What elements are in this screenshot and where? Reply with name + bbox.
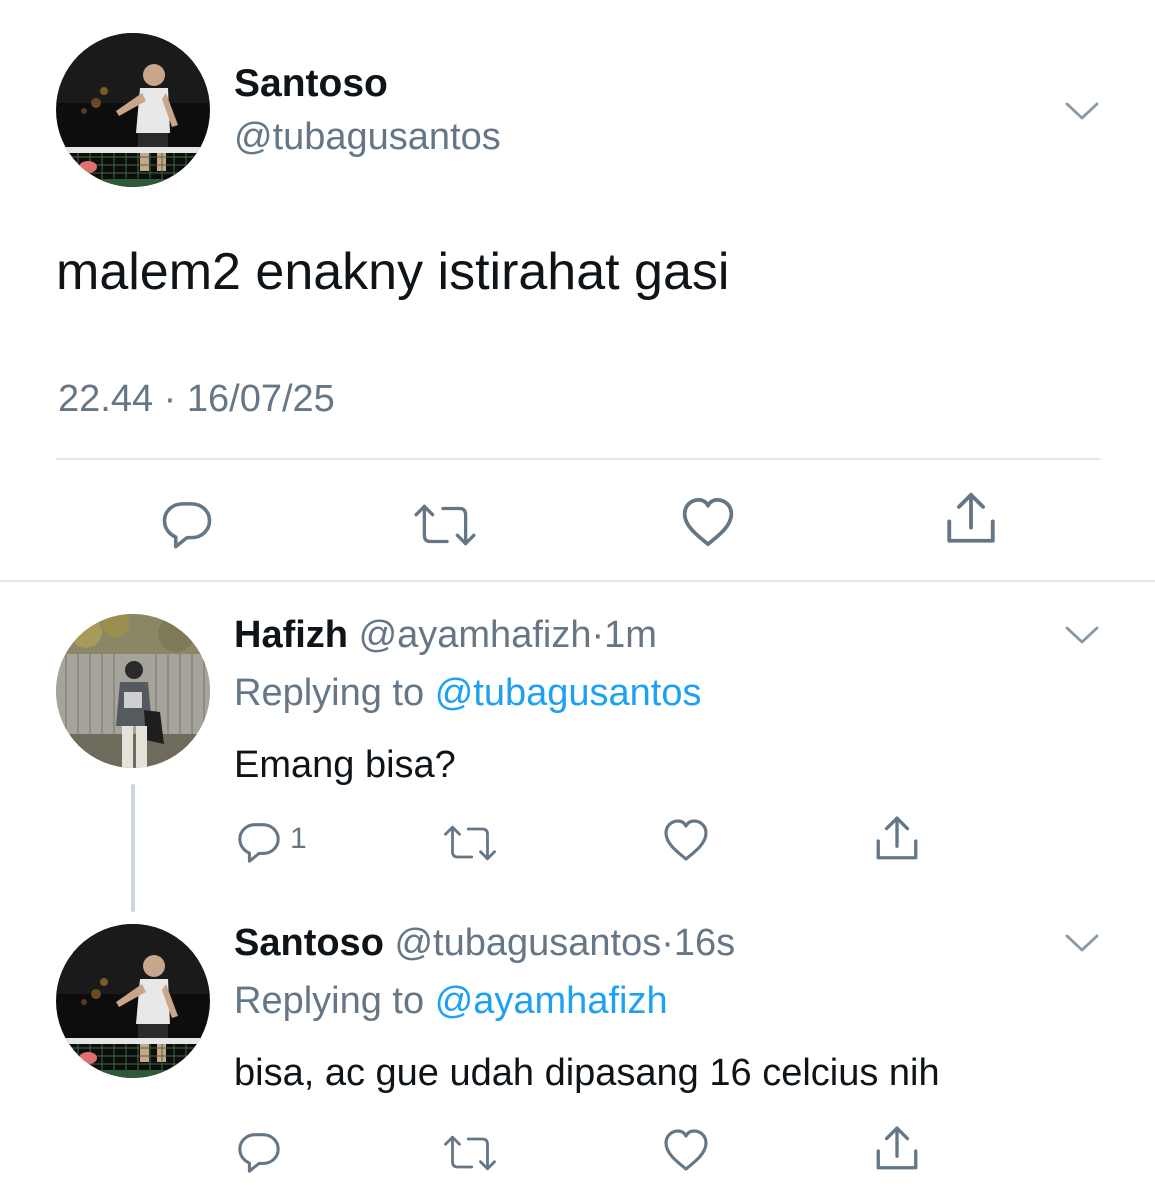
reply-author-name[interactable]: Santoso	[234, 922, 384, 964]
thread-connector	[131, 784, 135, 912]
replying-to-label: Replying to	[234, 980, 425, 1022]
like-icon[interactable]	[662, 1126, 710, 1174]
share-icon[interactable]	[942, 490, 1000, 548]
avatar-hafizh[interactable]	[56, 614, 210, 768]
chevron-down-icon[interactable]	[1064, 100, 1100, 127]
separator: ·	[591, 614, 605, 656]
like-icon[interactable]	[680, 494, 736, 550]
reply-icon[interactable]	[236, 1128, 282, 1174]
reply-author-handle[interactable]: @tubagusantos	[394, 922, 661, 964]
author-handle[interactable]: @tubagusantos	[234, 116, 501, 159]
divider	[56, 458, 1100, 460]
reply-icon[interactable]	[160, 496, 214, 550]
replying-to-label: Replying to	[234, 672, 425, 714]
retweet-icon[interactable]	[442, 1132, 498, 1174]
chevron-down-icon[interactable]	[1064, 624, 1100, 651]
reply-header[interactable]: Hafizh @ayamhafizh·1m	[234, 614, 657, 657]
replying-to-link[interactable]: @ayamhafizh	[435, 980, 668, 1022]
avatar-santoso[interactable]	[56, 924, 210, 1078]
reply-author-name[interactable]: Hafizh	[234, 614, 348, 656]
reply-text: Emang bisa?	[234, 744, 456, 786]
section-divider	[0, 580, 1155, 582]
reply-text: bisa, ac gue udah dipasang 16 celcius ni…	[234, 1052, 940, 1094]
reply-time[interactable]: 16s	[674, 922, 735, 964]
replying-to: Replying to @tubagusantos	[234, 672, 701, 715]
retweet-icon[interactable]	[442, 822, 498, 864]
reply-header[interactable]: Santoso @tubagusantos·16s	[234, 922, 735, 965]
tweet-text: malem2 enakny istirahat gasi	[56, 243, 730, 301]
replying-to-link[interactable]: @tubagusantos	[435, 672, 702, 714]
retweet-icon[interactable]	[412, 500, 478, 550]
avatar-santoso[interactable]	[56, 33, 210, 187]
share-icon[interactable]	[872, 1124, 922, 1174]
like-icon[interactable]	[662, 816, 710, 864]
reply-author-handle[interactable]: @ayamhafizh	[359, 614, 592, 656]
reply-count: 1	[290, 822, 307, 855]
reply-icon[interactable]	[236, 818, 282, 864]
tweet-timestamp[interactable]: 22.44 · 16/07/25	[58, 378, 335, 421]
share-icon[interactable]	[872, 814, 922, 864]
replying-to: Replying to @ayamhafizh	[234, 980, 668, 1023]
chevron-down-icon[interactable]	[1064, 932, 1100, 959]
author-name[interactable]: Santoso	[234, 62, 388, 106]
separator: ·	[661, 922, 674, 964]
reply-time[interactable]: 1m	[604, 614, 657, 656]
